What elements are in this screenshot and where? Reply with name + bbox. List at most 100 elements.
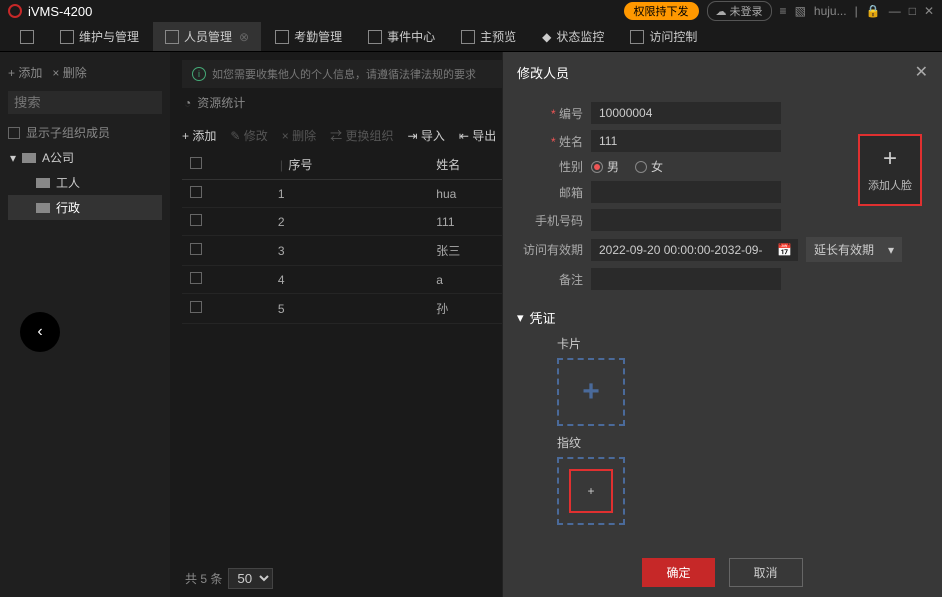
sidebar-search-input[interactable]	[8, 91, 162, 114]
folder-icon	[36, 203, 50, 213]
row-checkbox[interactable]	[190, 186, 202, 198]
chart-icon: ◔	[184, 96, 191, 110]
select-all-checkbox[interactable]	[190, 157, 202, 169]
tb-export[interactable]: ⇤ 导出	[459, 127, 496, 144]
lock-icon[interactable]: 🔒	[866, 4, 881, 18]
tb-edit[interactable]: ✎ 修改	[230, 127, 267, 144]
plus-icon: +	[587, 484, 594, 498]
folder-icon	[22, 153, 36, 163]
pager-total: 共 5 条	[185, 570, 222, 587]
radio-female[interactable]	[635, 161, 647, 173]
pager-size-select[interactable]: 50	[228, 568, 273, 589]
nav-preview[interactable]: 主预览	[449, 22, 528, 51]
top-nav: 维护与管理 人员管理 ⊗ 考勤管理 事件中心 主预览 ◆ 状态监控 访问控制	[0, 22, 942, 52]
door-icon	[630, 30, 644, 44]
nav-person[interactable]: 人员管理 ⊗	[153, 22, 261, 51]
chevron-down-icon: ▾	[517, 310, 524, 326]
org-child-label: 工人	[56, 174, 80, 191]
titlebar: iVMS-4200 权限持下发 ☁ 未登录 ≡ ▧ huju... | 🔒 — …	[0, 0, 942, 22]
divider: |	[855, 4, 858, 18]
row-checkbox[interactable]	[190, 214, 202, 226]
nav-status[interactable]: ◆ 状态监控	[530, 22, 616, 51]
pager: 共 5 条 50	[185, 568, 273, 589]
row-checkbox[interactable]	[190, 243, 202, 255]
nav-event[interactable]: 事件中心	[356, 22, 447, 51]
login-button[interactable]: ☁ 未登录	[707, 1, 772, 21]
org-child-2[interactable]: 行政	[8, 195, 162, 220]
nav-label: 状态监控	[556, 28, 604, 45]
label-no: 编号	[559, 107, 583, 121]
input-phone[interactable]	[591, 209, 781, 231]
org-child-label: 行政	[56, 199, 80, 216]
row-checkbox[interactable]	[190, 301, 202, 313]
nav-label: 人员管理	[184, 28, 232, 45]
calendar-icon[interactable]: 📅	[771, 239, 798, 261]
sidebar-add[interactable]: + 添加	[8, 64, 42, 81]
tab-close-icon[interactable]: ⊗	[239, 30, 249, 44]
card-label: 卡片	[557, 335, 928, 352]
info-text: 如您需要收集他人的个人信息，请遵循法律法规的要求	[212, 66, 476, 82]
radio-female-label: 女	[651, 158, 663, 175]
screen-icon	[461, 30, 475, 44]
org-label: A公司	[42, 149, 74, 166]
extend-select[interactable]: 延长有效期▾	[806, 237, 902, 262]
show-sub-label: 显示子组织成员	[26, 124, 110, 141]
app-title: iVMS-4200	[28, 4, 92, 19]
label-gender: 性别	[517, 158, 591, 175]
add-card-button[interactable]: +	[557, 358, 625, 426]
add-fingerprint-button[interactable]: +	[557, 457, 625, 525]
nav-access[interactable]: 访问控制	[618, 22, 709, 51]
input-name[interactable]	[591, 130, 781, 152]
org-root[interactable]: ▾ A公司	[8, 145, 162, 170]
label-email: 邮箱	[517, 184, 591, 201]
nav-maintenance[interactable]: 维护与管理	[48, 22, 151, 51]
doc-icon	[275, 30, 289, 44]
chevron-down-icon: ▾	[888, 243, 894, 257]
tb-change-org[interactable]: ⇄ 更换组织	[330, 127, 393, 144]
tb-delete[interactable]: × 删除	[282, 127, 316, 144]
bell-icon	[368, 30, 382, 44]
permission-button[interactable]: 权限持下发	[624, 2, 699, 20]
label-valid: 访问有效期	[517, 241, 591, 258]
tb-import[interactable]: ⇥ 导入	[407, 127, 444, 144]
tb-add[interactable]: + 添加	[182, 127, 216, 144]
cancel-button[interactable]: 取消	[729, 558, 803, 587]
input-no[interactable]	[591, 102, 781, 124]
maximize-icon[interactable]: □	[909, 4, 916, 18]
ok-button[interactable]: 确定	[642, 558, 714, 587]
th-idx[interactable]: 序号	[288, 158, 312, 172]
folder-icon	[36, 178, 50, 188]
edit-person-modal: 修改人员 ✕ + 添加人脸 * 编号 * 姓名 性别 男 女 邮箱 手机号码 访…	[502, 52, 942, 597]
image-icon[interactable]: ▧	[795, 4, 806, 18]
list-icon[interactable]: ≡	[780, 4, 787, 18]
th-name[interactable]: 姓名	[436, 158, 460, 172]
nav-label: 主预览	[480, 28, 516, 45]
plus-icon: +	[883, 147, 897, 171]
sidebar-delete[interactable]: × 删除	[52, 64, 86, 81]
nav-label: 访问控制	[649, 28, 697, 45]
close-icon[interactable]: ✕	[924, 4, 934, 18]
user-label[interactable]: huju...	[814, 4, 847, 18]
doc-icon	[165, 30, 179, 44]
modal-close-icon[interactable]: ✕	[915, 62, 928, 82]
nav-label: 考勤管理	[294, 28, 342, 45]
input-remark[interactable]	[591, 268, 781, 290]
add-face-button[interactable]: + 添加人脸	[858, 134, 922, 206]
login-label: 未登录	[730, 3, 763, 19]
show-sub-checkbox[interactable]	[8, 127, 20, 139]
nav-home[interactable]	[8, 24, 46, 50]
caret-icon: ▾	[10, 151, 16, 165]
status-icon: ◆	[542, 30, 551, 44]
modal-title: 修改人员	[517, 63, 569, 82]
input-email[interactable]	[591, 181, 781, 203]
minimize-icon[interactable]: —	[889, 4, 901, 18]
label-name: 姓名	[559, 135, 583, 149]
input-valid[interactable]	[591, 239, 771, 261]
radio-male[interactable]	[591, 161, 603, 173]
nav-label: 维护与管理	[79, 28, 139, 45]
row-checkbox[interactable]	[190, 272, 202, 284]
collapse-button[interactable]: ‹	[20, 312, 60, 352]
org-child-1[interactable]: 工人	[8, 170, 162, 195]
cred-section-header[interactable]: ▾凭证	[517, 308, 928, 327]
nav-attendance[interactable]: 考勤管理	[263, 22, 354, 51]
